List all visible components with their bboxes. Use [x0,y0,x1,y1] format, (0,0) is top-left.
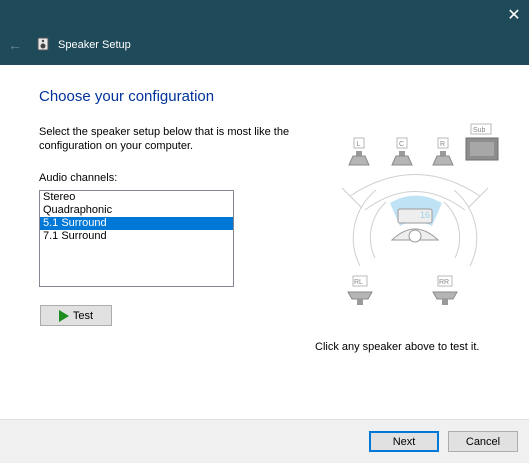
test-button-label: Test [72,309,94,322]
list-item-stereo[interactable]: Stereo [40,191,233,204]
speaker-center: C [391,137,413,166]
back-button[interactable]: ← [6,36,24,54]
audio-channels-list[interactable]: Stereo Quadraphonic 5.1 Surround 7.1 Sur… [39,190,234,287]
next-button[interactable]: Next [369,431,439,452]
speaker-label-rl: RL [354,279,363,286]
close-icon: ✕ [507,7,521,24]
instructions-text: Select the speaker setup below that is m… [39,126,290,152]
window-title: Speaker Setup [58,39,131,51]
title-bar: ✕ ← Speaker Setup [0,0,529,65]
speaker-diagram: 16 L C R Sub RL RR [341,123,499,305]
cancel-button[interactable]: Cancel [448,431,518,452]
footer: Next Cancel [0,419,529,463]
speaker-rear-left: RL [347,275,373,305]
play-icon [58,309,69,322]
list-item-7-1-surround[interactable]: 7.1 Surround [40,230,233,243]
speaker-app-icon [37,37,49,51]
close-button[interactable]: ✕ [499,0,529,30]
speaker-front-right: R [432,137,454,166]
speaker-rear-right: RR [432,275,458,305]
speaker-label-rr: RR [439,279,449,286]
audio-channels-label: Audio channels: [39,172,118,184]
test-button[interactable]: Test [40,305,112,326]
speaker-subwoofer: Sub [465,123,499,161]
hint-text: Click any speaker above to test it. [315,341,480,353]
list-item-5-1-surround[interactable]: 5.1 Surround [40,217,233,230]
speaker-front-left: L [348,137,370,166]
speaker-label-r: R [440,141,445,148]
page-heading: Choose your configuration [39,88,215,105]
svg-text:16: 16 [420,210,430,220]
back-arrow-icon: ← [8,37,22,53]
speaker-label-l: L [357,141,361,148]
list-item-quadraphonic[interactable]: Quadraphonic [40,204,233,217]
speaker-label-sub: Sub [473,127,486,134]
speaker-label-c: C [399,141,404,148]
